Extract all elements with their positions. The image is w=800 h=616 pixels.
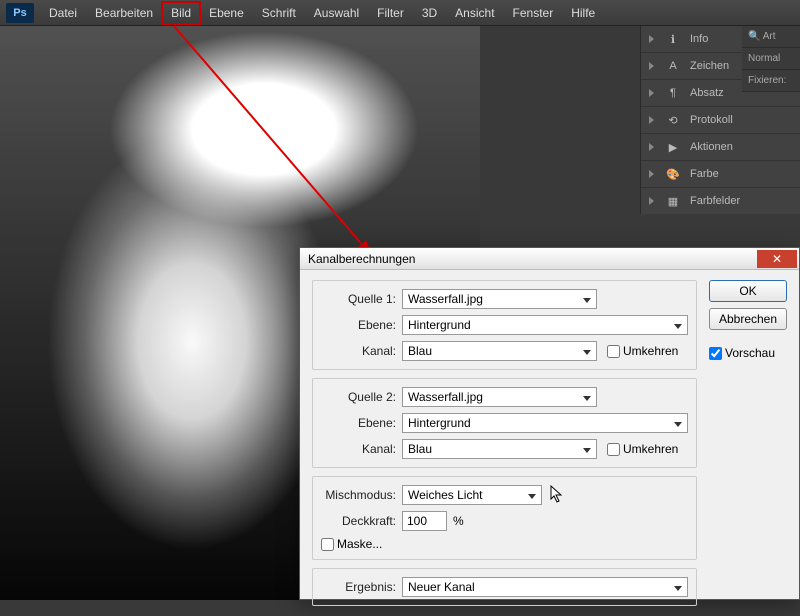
source1-layer-select[interactable]: Hintergrund bbox=[402, 315, 688, 335]
panel-protokoll[interactable]: ⟲ Protokoll bbox=[641, 106, 800, 133]
panel-label: Zeichen bbox=[690, 60, 729, 72]
menu-fenster[interactable]: Fenster bbox=[504, 2, 563, 24]
mouse-cursor-icon bbox=[550, 485, 564, 503]
chevron-down-icon bbox=[674, 324, 682, 329]
menu-bearbeiten[interactable]: Bearbeiten bbox=[86, 2, 162, 24]
menu-auswahl[interactable]: Auswahl bbox=[305, 2, 368, 24]
menu-ebene[interactable]: Ebene bbox=[200, 2, 253, 24]
lock-row: Fixieren: bbox=[742, 70, 800, 92]
chevron-down-icon bbox=[583, 298, 591, 303]
source1-layer-label: Ebene: bbox=[321, 318, 396, 332]
preview-checkbox[interactable]: Vorschau bbox=[709, 346, 787, 360]
menu-3d[interactable]: 3D bbox=[413, 2, 446, 24]
panel-aktionen[interactable]: ▶ Aktionen bbox=[641, 133, 800, 160]
source1-label: Quelle 1: bbox=[321, 292, 396, 306]
result-label: Ergebnis: bbox=[321, 580, 396, 594]
menu-bar: Ps DateiBearbeitenBildEbeneSchriftAuswah… bbox=[0, 0, 800, 26]
main-menu: DateiBearbeitenBildEbeneSchriftAuswahlFi… bbox=[40, 2, 604, 24]
panel-label: Farbe bbox=[690, 168, 719, 180]
panel-label: Farbfelder bbox=[690, 195, 740, 207]
source2-channel-select[interactable]: Blau bbox=[402, 439, 597, 459]
expand-icon bbox=[649, 170, 654, 178]
result-select[interactable]: Neuer Kanal bbox=[402, 577, 688, 597]
panel-label: Absatz bbox=[690, 87, 724, 99]
expand-icon bbox=[649, 89, 654, 97]
source1-invert-checkbox[interactable]: Umkehren bbox=[607, 344, 678, 358]
source2-channel-label: Kanal: bbox=[321, 442, 396, 456]
dialog-title: Kanalberechnungen bbox=[308, 252, 415, 266]
source2-layer-label: Ebene: bbox=[321, 416, 396, 430]
swatches-icon: ▦ bbox=[664, 194, 682, 208]
mask-checkbox[interactable]: Maske... bbox=[321, 537, 382, 551]
chevron-down-icon bbox=[583, 448, 591, 453]
source1-channel-label: Kanal: bbox=[321, 344, 396, 358]
menu-datei[interactable]: Datei bbox=[40, 2, 86, 24]
blend-mode-row[interactable]: Normal bbox=[742, 48, 800, 70]
menu-filter[interactable]: Filter bbox=[368, 2, 413, 24]
chevron-down-icon bbox=[528, 494, 536, 499]
chevron-down-icon bbox=[674, 422, 682, 427]
paragraph-icon: ¶ bbox=[664, 86, 682, 100]
blend-mode-label: Mischmodus: bbox=[321, 488, 396, 502]
calculations-dialog: Kanalberechnungen ✕ Quelle 1: Wasserfall… bbox=[299, 247, 800, 600]
source2-label: Quelle 2: bbox=[321, 390, 396, 404]
chevron-down-icon bbox=[674, 586, 682, 591]
menu-schrift[interactable]: Schrift bbox=[253, 2, 305, 24]
source2-group: Quelle 2: Wasserfall.jpg Ebene: Hintergr… bbox=[312, 378, 697, 468]
menu-ansicht[interactable]: Ansicht bbox=[446, 2, 503, 24]
expand-icon bbox=[649, 116, 654, 124]
panel-label: Info bbox=[690, 33, 708, 45]
app-badge: Ps bbox=[6, 3, 34, 23]
menu-hilfe[interactable]: Hilfe bbox=[562, 2, 604, 24]
blend-mode-select[interactable]: Weiches Licht bbox=[402, 485, 542, 505]
chevron-down-icon bbox=[583, 396, 591, 401]
history-icon: ⟲ bbox=[664, 113, 682, 127]
source2-layer-select[interactable]: Hintergrund bbox=[402, 413, 688, 433]
close-button[interactable]: ✕ bbox=[757, 250, 797, 268]
ok-button[interactable]: OK bbox=[709, 280, 787, 302]
panel-label: Protokoll bbox=[690, 114, 733, 126]
dialog-titlebar[interactable]: Kanalberechnungen ✕ bbox=[300, 248, 799, 270]
expand-icon bbox=[649, 35, 654, 43]
panel-farbfelder[interactable]: ▦ Farbfelder bbox=[641, 187, 800, 214]
info-icon: ℹ bbox=[664, 32, 682, 46]
source1-group: Quelle 1: Wasserfall.jpg Ebene: Hintergr… bbox=[312, 280, 697, 370]
palette-icon: 🎨 bbox=[664, 167, 682, 181]
panel-farbe[interactable]: 🎨 Farbe bbox=[641, 160, 800, 187]
blend-group: Mischmodus: Weiches Licht Deckkraft: % M… bbox=[312, 476, 697, 560]
type-icon: A bbox=[664, 59, 682, 73]
options-strip: 🔍 Art Normal Fixieren: bbox=[742, 26, 800, 92]
expand-icon bbox=[649, 197, 654, 205]
source2-invert-checkbox[interactable]: Umkehren bbox=[607, 442, 678, 456]
opacity-label: Deckkraft: bbox=[321, 514, 396, 528]
search-row[interactable]: 🔍 Art bbox=[742, 26, 800, 48]
source1-channel-select[interactable]: Blau bbox=[402, 341, 597, 361]
result-group: Ergebnis: Neuer Kanal bbox=[312, 568, 697, 606]
opacity-input[interactable] bbox=[402, 511, 447, 531]
play-icon: ▶ bbox=[664, 140, 682, 154]
expand-icon bbox=[649, 62, 654, 70]
expand-icon bbox=[649, 143, 654, 151]
panel-label: Aktionen bbox=[690, 141, 733, 153]
cancel-button[interactable]: Abbrechen bbox=[709, 308, 787, 330]
opacity-percent: % bbox=[453, 514, 464, 528]
menu-bild[interactable]: Bild bbox=[162, 2, 200, 24]
source2-file-select[interactable]: Wasserfall.jpg bbox=[402, 387, 597, 407]
source1-file-select[interactable]: Wasserfall.jpg bbox=[402, 289, 597, 309]
chevron-down-icon bbox=[583, 350, 591, 355]
